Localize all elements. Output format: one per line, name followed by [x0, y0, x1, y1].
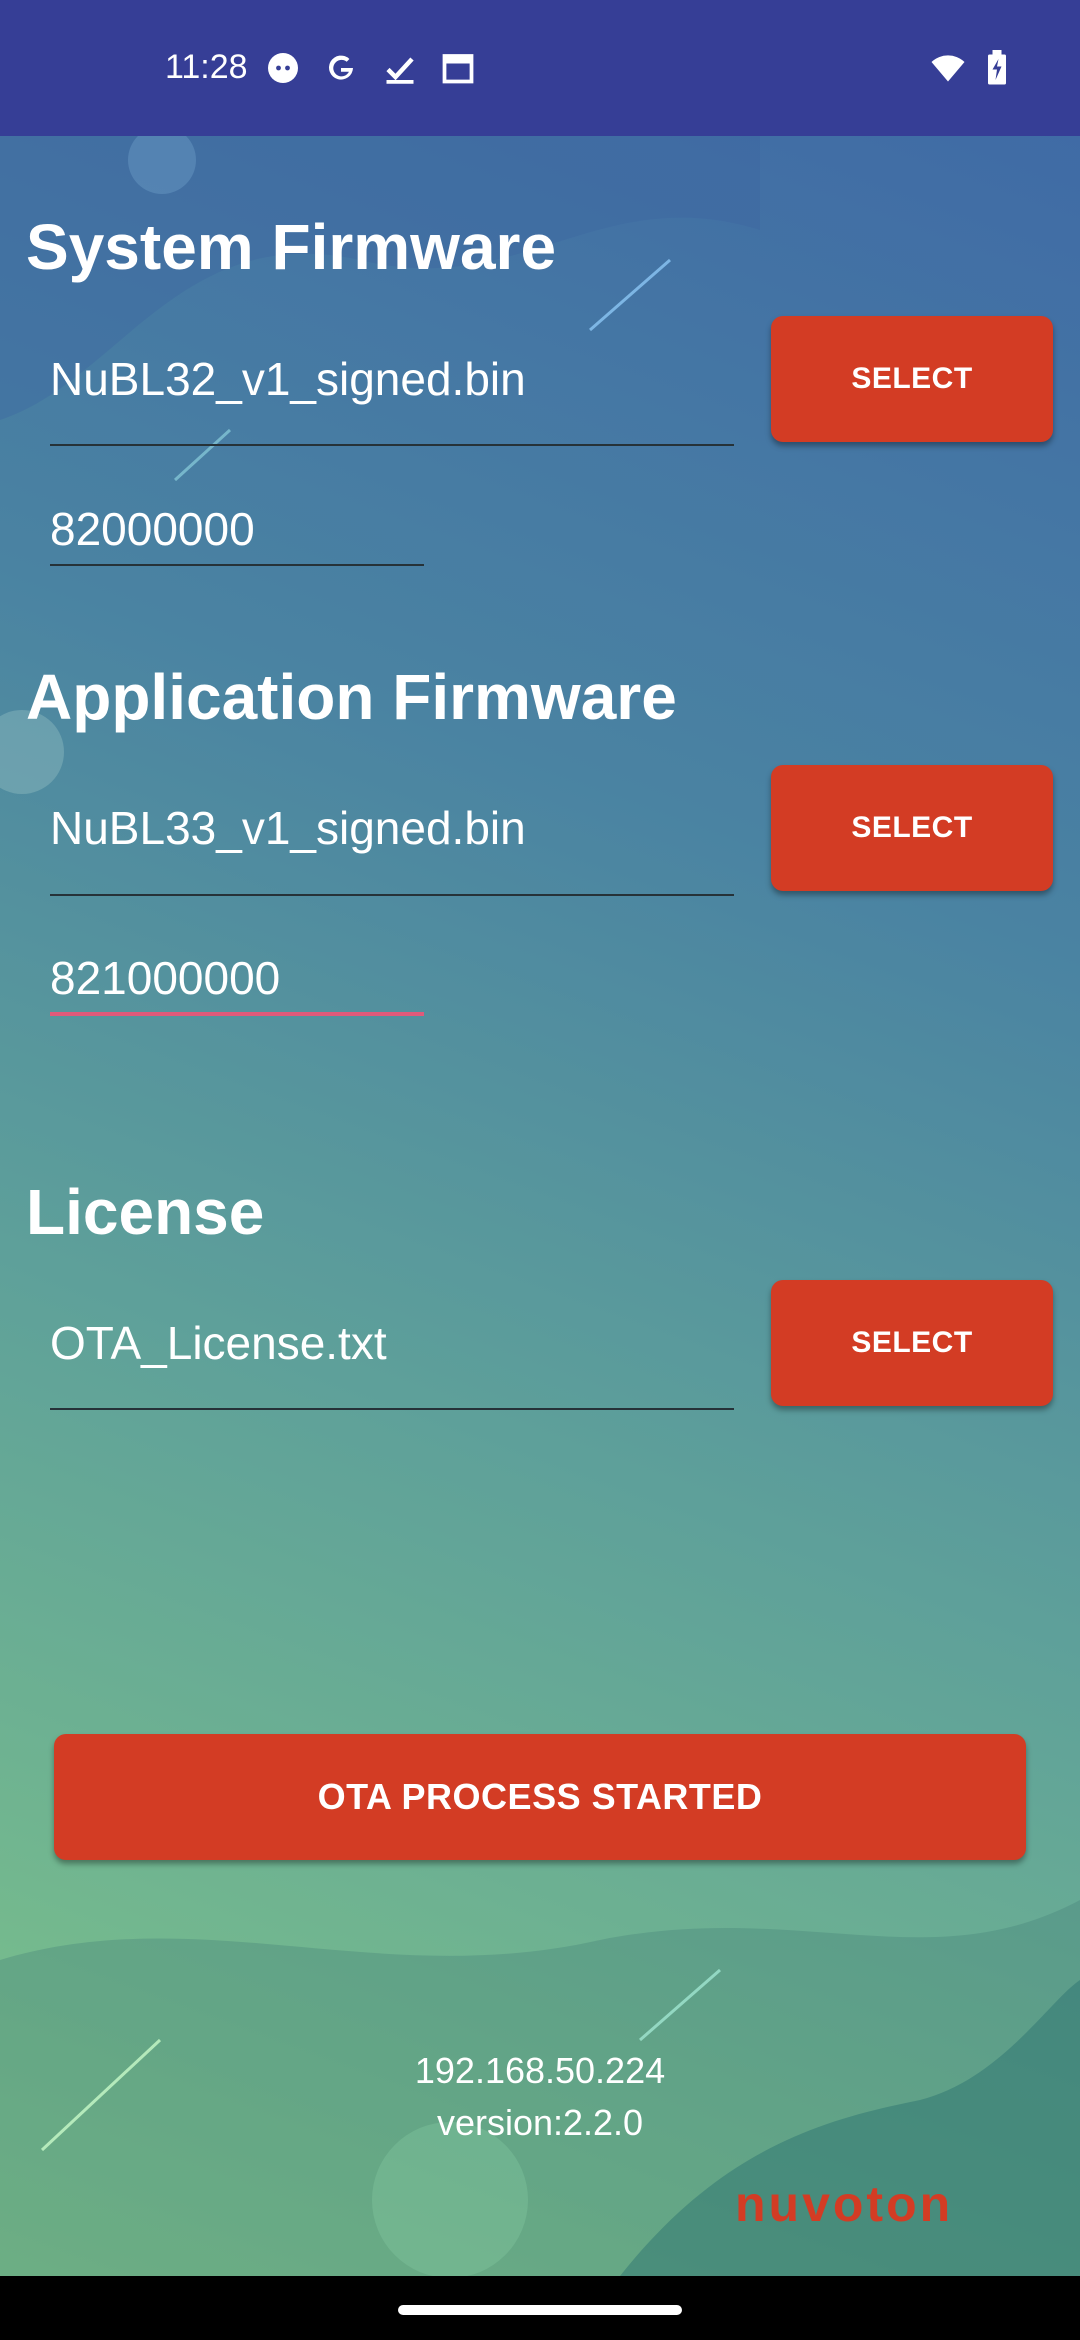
calendar-icon — [442, 54, 474, 84]
application-firmware-file-underline — [50, 894, 734, 896]
license-select-button[interactable]: SELECT — [771, 1280, 1053, 1406]
app-version: version:2.2.0 — [436, 2102, 644, 2143]
ota-process-button[interactable]: OTA PROCESS STARTED — [54, 1734, 1026, 1860]
application-firmware-address-input[interactable]: 821000000 — [50, 951, 280, 1005]
system-firmware-address-input[interactable]: 82000000 — [50, 502, 255, 556]
nuvoton-logo: nuvoton — [735, 2176, 954, 2232]
status-time: 11:28 — [165, 48, 248, 86]
application-firmware-title: Application Firmware — [26, 661, 677, 733]
battery-charging-icon — [988, 50, 1006, 85]
application-firmware-address-underline-focused — [50, 1012, 424, 1016]
application-firmware-file-input[interactable]: NuBL33_v1_signed.bin — [50, 801, 526, 855]
ip-address: 192.168.50.224 — [414, 2050, 666, 2091]
task-done-icon — [386, 57, 414, 84]
wifi-icon — [931, 55, 965, 82]
system-firmware-address-underline — [50, 564, 424, 566]
application-firmware-select-button[interactable]: SELECT — [771, 765, 1053, 891]
system-firmware-file-underline — [50, 444, 734, 446]
face-icon — [268, 53, 298, 83]
system-firmware-select-button[interactable]: SELECT — [771, 316, 1053, 442]
system-firmware-title: System Firmware — [26, 211, 557, 283]
system-firmware-file-input[interactable]: NuBL32_v1_signed.bin — [50, 352, 526, 406]
license-file-underline — [50, 1408, 734, 1410]
license-title: License — [26, 1176, 265, 1248]
license-file-input[interactable]: OTA_License.txt — [50, 1316, 387, 1370]
status-bar: 11:28 — [0, 0, 1080, 136]
google-icon — [329, 55, 353, 80]
home-gesture-handle[interactable] — [398, 2305, 682, 2315]
